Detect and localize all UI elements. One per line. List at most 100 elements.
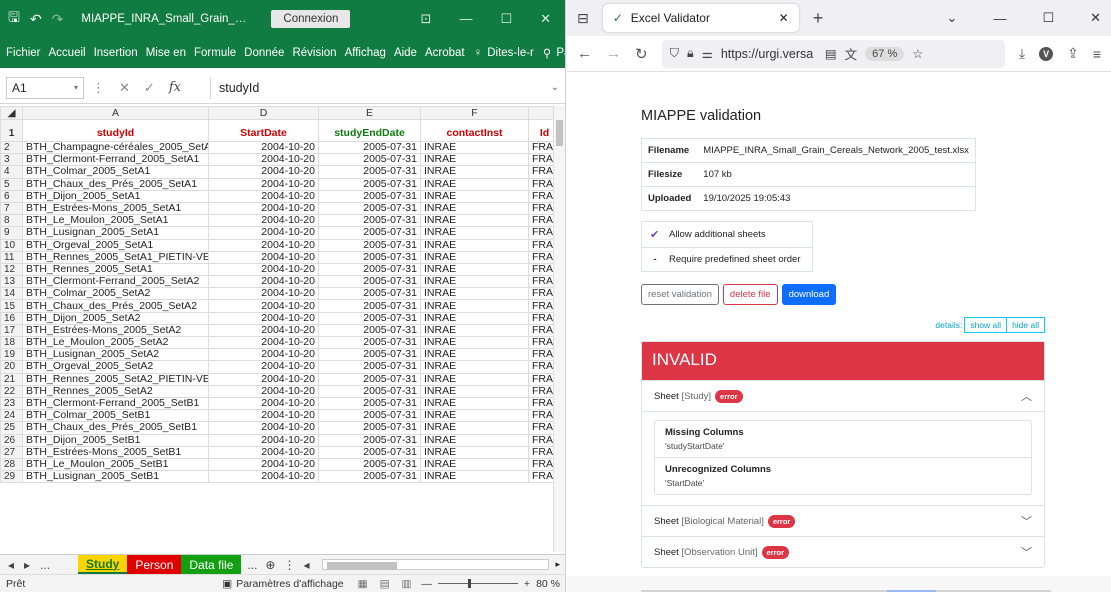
chevron-down-icon[interactable]: ﹀ [1021,513,1032,529]
cell-contactinst[interactable]: INRAE [420,214,529,228]
tab-list-icon[interactable]: ⊟ [577,10,589,27]
cell-studyid[interactable]: BTH_Lusignan_2005_SetA2 [22,348,209,362]
maximize-icon[interactable]: ☐ [1042,10,1054,26]
cell-studyid[interactable]: BTH_Dijon_2005_SetA2 [22,311,209,325]
cell-startdate[interactable]: 2004-10-20 [208,226,319,240]
row-number[interactable]: 2 [0,140,23,155]
cell-studyid[interactable]: BTH_Estrées-Mons_2005_SetA2 [22,323,209,338]
row-number[interactable]: 13 [0,275,23,289]
redo-icon[interactable]: ↷ [52,11,64,28]
sheet-tab-study[interactable]: Study [78,555,128,574]
ribbon-tab-formules[interactable]: Formule [193,47,237,59]
chevron-down-icon[interactable]: ﹀ [1021,544,1032,560]
cell-contactinst[interactable]: INRAE [420,287,529,301]
permissions-icon[interactable]: ⚌ [702,46,713,61]
row-number[interactable]: 9 [0,226,23,240]
cell-studyenddate[interactable]: 2005-07-31 [318,140,421,155]
cell-studyid[interactable]: BTH_Chaux_des_Prés_2005_SetB1 [22,421,209,435]
cell-studyenddate[interactable]: 2005-07-31 [318,153,421,167]
row-number[interactable]: 12 [0,262,23,277]
cell-contactinst[interactable]: INRAE [420,372,529,386]
cell-studyid[interactable]: BTH_Rennes_2005_SetA1_PIETIN-VERSE [22,250,209,264]
cell-studyenddate[interactable]: 2005-07-31 [318,287,421,301]
scroll-right-icon[interactable]: ▸ [555,559,565,570]
address-bar[interactable]: ⛉ 🔒︎ ⚌ https://urgi.versa ▤ 文 67 % ☆ [661,39,1005,68]
cell-studyenddate[interactable]: 2005-07-31 [318,201,421,216]
row-number[interactable]: 20 [0,360,23,374]
cell-studyenddate[interactable]: 2005-07-31 [318,214,421,228]
page-layout-icon[interactable]: ▤ [380,578,390,590]
cell-studyenddate[interactable]: 2005-07-31 [318,238,421,252]
row-number[interactable]: 6 [0,189,23,203]
scroll-left-icon[interactable]: ◂ [303,558,309,572]
cell-studyid[interactable]: BTH_Chaux_des_Prés_2005_SetA1 [22,177,209,191]
formula-input[interactable]: studyId [210,76,543,99]
cell-contactinst[interactable]: INRAE [420,140,529,155]
cell-startdate[interactable]: 2004-10-20 [208,445,319,459]
cell-studyenddate[interactable]: 2005-07-31 [318,299,421,313]
cell-studyenddate[interactable]: 2005-07-31 [318,165,421,179]
ribbon-tab-revision[interactable]: Révision [291,47,337,59]
row-number[interactable]: 4 [0,165,23,179]
select-all-corner[interactable]: ◢ [0,106,23,120]
cell-startdate[interactable]: 2004-10-20 [208,140,319,155]
cell-contactinst[interactable]: INRAE [420,177,529,191]
ribbon-tab-mise-en-page[interactable]: Mise en [145,47,187,59]
cell-studyid[interactable]: BTH_Dijon_2005_SetB1 [22,433,209,447]
cell-studyenddate[interactable]: 2005-07-31 [318,275,421,289]
row-number[interactable]: 15 [0,299,23,313]
cell-studyid[interactable]: BTH_Rennes_2005_SetA1 [22,262,209,277]
translate-icon[interactable]: 文 [845,44,858,63]
cell-startdate[interactable]: 2004-10-20 [208,457,319,472]
row-number[interactable]: 22 [0,384,23,398]
horizontal-scrollbar[interactable] [321,559,550,570]
cell-startdate[interactable]: 2004-10-20 [208,470,319,484]
cell-contactinst[interactable]: INRAE [420,323,529,338]
prev-sheet-icon[interactable]: ◂ [8,558,14,572]
cell-studyenddate[interactable]: 2005-07-31 [318,360,421,374]
cell-studyid[interactable]: BTH_Estrées-Mons_2005_SetB1 [22,445,209,459]
cell-contactinst[interactable]: INRAE [420,433,529,447]
cell-startdate[interactable]: 2004-10-20 [208,372,319,386]
cell-studyenddate[interactable]: 2005-07-31 [318,409,421,423]
cell-studyid[interactable]: BTH_Orgeval_2005_SetA1 [22,238,209,252]
cell-startdate[interactable]: 2004-10-20 [208,201,319,216]
cell-studyid[interactable]: BTH_Clermont-Ferrand_2005_SetB1 [22,396,209,411]
ribbon-tab-accueil[interactable]: Accueil [48,47,87,59]
cell-studyenddate[interactable]: 2005-07-31 [318,384,421,398]
cell-contactinst[interactable]: INRAE [420,275,529,289]
back-icon[interactable]: ← [577,45,592,62]
cell-contactinst[interactable]: INRAE [420,360,529,374]
cell-studyid[interactable]: BTH_Colmar_2005_SetA2 [22,287,209,301]
cell-contactinst[interactable]: INRAE [420,299,529,313]
zoom-slider[interactable] [437,579,518,588]
row-number[interactable]: 8 [0,214,23,228]
cell-startdate[interactable]: 2004-10-20 [208,214,319,228]
cell-startdate[interactable]: 2004-10-20 [208,409,319,423]
accordion-header[interactable]: Sheet [Observation Unit] error ﹀ [642,537,1044,567]
close-icon[interactable]: ✕ [1090,10,1101,26]
cell-contactinst[interactable]: INRAE [420,201,529,216]
row-number[interactable]: 23 [0,396,23,411]
ribbon-tab-affichage[interactable]: Affichag [344,47,387,59]
row-number[interactable]: 3 [0,153,23,167]
cell-startdate[interactable]: 2004-10-20 [208,384,319,398]
cell-contactinst[interactable]: INRAE [420,384,529,398]
row-number[interactable]: 10 [0,238,23,252]
column-header[interactable]: D [208,106,319,120]
cell-contactinst[interactable]: INRAE [420,457,529,472]
cell-studyid[interactable]: BTH_Dijon_2005_SetA1 [22,189,209,203]
cell-startdate[interactable]: 2004-10-20 [208,311,319,325]
cell-studyid[interactable]: BTH_Lusignan_2005_SetA1 [22,226,209,240]
cell-studyid[interactable]: BTH_Colmar_2005_SetB1 [22,409,209,423]
reader-view-icon[interactable]: ▤ [825,46,837,61]
cell-header-contactinst[interactable]: contactInst [420,119,529,142]
ribbon-tab-insertion[interactable]: Insertion [93,47,139,59]
cell-startdate[interactable]: 2004-10-20 [208,250,319,264]
more-sheets-left[interactable]: ... [40,558,50,572]
cell-studyenddate[interactable]: 2005-07-31 [318,433,421,447]
cell-contactinst[interactable]: INRAE [420,250,529,264]
zoom-level[interactable]: 80 % [536,578,560,590]
cell-contactinst[interactable]: INRAE [420,335,529,350]
cell-studyid[interactable]: BTH_Le_Moulon_2005_SetB1 [22,457,209,472]
